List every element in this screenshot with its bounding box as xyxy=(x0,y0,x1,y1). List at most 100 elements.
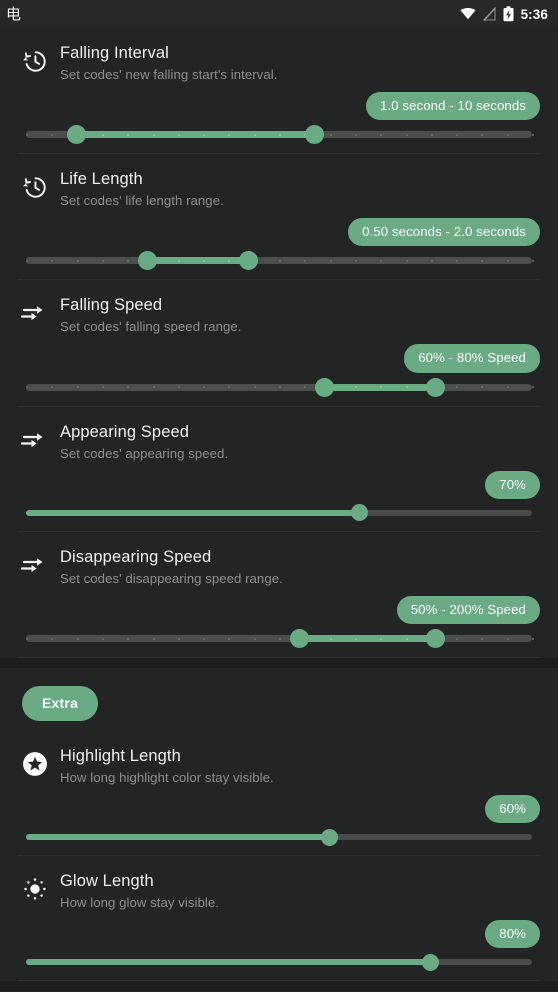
setting-slider[interactable] xyxy=(0,246,558,279)
slider-tick xyxy=(481,386,484,389)
setting-row: Highlight Length How long highlight color… xyxy=(0,731,558,857)
slider-tick xyxy=(329,259,332,262)
extra-section-chip[interactable]: Extra xyxy=(22,686,99,722)
status-bar-clock: 5:36 xyxy=(520,6,548,22)
slider-thumb-start[interactable] xyxy=(137,251,157,271)
slider-thumb[interactable] xyxy=(351,504,369,522)
setting-row-text: Highlight Length How long highlight color… xyxy=(60,745,274,787)
setting-row: Appearing Speed Set codes' appearing spee… xyxy=(0,406,558,532)
setting-value-badge[interactable]: 70% xyxy=(485,470,540,499)
slider-tick xyxy=(177,386,180,389)
slider-tick xyxy=(456,133,459,136)
setting-row-header: Appearing Speed Set codes' appearing spee… xyxy=(0,407,558,463)
slider-tick xyxy=(101,133,104,136)
setting-value-row: 0.50 seconds - 2.0 seconds xyxy=(0,210,558,247)
setting-slider[interactable] xyxy=(0,948,558,980)
extra-settings-list: Highlight Length How long highlight color… xyxy=(0,731,558,982)
slider-fill xyxy=(26,509,360,516)
slider-track[interactable] xyxy=(26,251,534,271)
setting-value-badge[interactable]: 80% xyxy=(485,920,540,949)
slider-tick xyxy=(304,386,307,389)
status-bar: 电 5:36 xyxy=(0,0,558,28)
setting-value-badge[interactable]: 60% - 80% Speed xyxy=(404,344,540,373)
slider-tick xyxy=(51,259,54,262)
slider-track[interactable] xyxy=(26,629,534,649)
setting-value-badge[interactable]: 0.50 seconds - 2.0 seconds xyxy=(348,218,540,247)
slider-track[interactable] xyxy=(26,504,532,522)
setting-row-text: Appearing Speed Set codes' appearing spee… xyxy=(60,421,228,463)
setting-row-text: Disappearing Speed Set codes' disappearin… xyxy=(60,546,283,588)
slider-track[interactable] xyxy=(26,125,534,145)
slider-tick xyxy=(101,386,104,389)
slider-track[interactable] xyxy=(26,377,534,397)
slider-tick xyxy=(405,637,408,640)
status-bar-indicators: 5:36 xyxy=(459,6,548,22)
slider-tick xyxy=(380,637,383,640)
slider-tick xyxy=(51,133,54,136)
slider-tick xyxy=(456,259,459,262)
slider-thumb-end[interactable] xyxy=(304,125,324,145)
double-arrow-icon xyxy=(18,423,52,457)
slider-tick xyxy=(354,133,357,136)
setting-slider[interactable] xyxy=(0,373,558,406)
slider-thumb-start[interactable] xyxy=(289,629,309,649)
extra-section-header: Extra xyxy=(0,668,558,732)
app-screen: 电 5:36 Falling Interval Set codes' new fa… xyxy=(0,0,558,992)
slider-tick xyxy=(228,637,231,640)
setting-row-header: Disappearing Speed Set codes' disappearin… xyxy=(0,532,558,588)
setting-row-text: Falling Interval Set codes' new falling s… xyxy=(60,42,277,84)
setting-value-row: 50% - 200% Speed xyxy=(0,588,558,625)
slider-tick xyxy=(76,386,79,389)
slider-fill xyxy=(26,959,431,966)
battery-charging-icon xyxy=(503,6,514,22)
slider-tick xyxy=(51,637,54,640)
slider-thumb-end[interactable] xyxy=(426,629,446,649)
slider-tick xyxy=(532,259,534,262)
slider-fill xyxy=(26,834,330,841)
slider-track[interactable] xyxy=(26,828,532,846)
setting-row: Glow Length How long glow stay visible. 80… xyxy=(0,856,558,982)
slider-ticks xyxy=(26,635,534,642)
slider-tick xyxy=(152,637,155,640)
slider-tick xyxy=(203,637,206,640)
slider-thumb[interactable] xyxy=(321,828,339,846)
setting-subtitle: Set codes' new falling start's interval. xyxy=(60,67,278,82)
setting-slider[interactable] xyxy=(0,823,558,855)
double-arrow-icon xyxy=(18,548,52,582)
setting-value-badge[interactable]: 60% xyxy=(485,795,540,824)
setting-slider[interactable] xyxy=(0,624,558,657)
slider-tick xyxy=(279,637,281,640)
setting-slider[interactable] xyxy=(0,499,558,531)
slider-tick xyxy=(26,637,28,640)
slider-track[interactable] xyxy=(26,953,532,971)
slider-tick xyxy=(26,386,28,389)
setting-value-row: 70% xyxy=(0,463,558,499)
slider-tick xyxy=(380,133,383,136)
setting-value-badge[interactable]: 50% - 200% Speed xyxy=(396,595,540,625)
setting-row-header: Falling Interval Set codes' new falling s… xyxy=(0,28,558,84)
setting-row-header: Glow Length How long glow stay visible. xyxy=(0,856,558,912)
slider-tick xyxy=(228,386,231,389)
slider-tick xyxy=(532,386,534,389)
status-bar-notifications: 电 xyxy=(6,6,21,22)
setting-subtitle: Set codes' disappearing speed range. xyxy=(60,570,283,586)
star-circle-icon xyxy=(18,747,52,781)
slider-tick xyxy=(456,386,459,389)
setting-row-header: Highlight Length How long highlight color… xyxy=(0,731,558,787)
slider-thumb-end[interactable] xyxy=(239,251,259,271)
slider-tick xyxy=(354,259,357,262)
setting-subtitle: Set codes' appearing speed. xyxy=(60,445,229,461)
slider-thumb-start[interactable] xyxy=(67,125,87,145)
setting-value-row: 1.0 second - 10 seconds xyxy=(0,84,558,121)
slider-thumb-end[interactable] xyxy=(426,377,446,397)
setting-title: Highlight Length xyxy=(60,747,181,766)
slider-tick xyxy=(380,386,383,389)
slider-thumb[interactable] xyxy=(422,953,440,971)
setting-value-badge[interactable]: 1.0 second - 10 seconds xyxy=(366,92,540,121)
slider-tick xyxy=(253,637,256,640)
setting-slider[interactable] xyxy=(0,120,558,153)
slider-tick xyxy=(506,259,509,262)
slider-tick xyxy=(532,133,534,136)
settings-scroll-container[interactable]: Falling Interval Set codes' new falling s… xyxy=(0,28,558,992)
slider-thumb-start[interactable] xyxy=(315,377,335,397)
